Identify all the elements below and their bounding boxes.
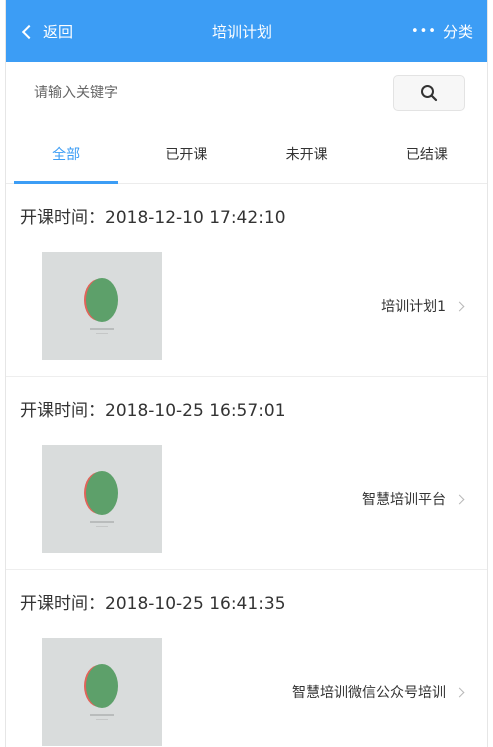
filter-tabs: 全部 已开课 未开课 已结课 [6, 124, 487, 184]
chevron-right-icon [454, 687, 465, 697]
app-frame: 返回 培训计划 ••• 分类 全部 已开课 未开课 已结课 开课时间：2018-… [5, 0, 488, 747]
more-dots-icon: ••• [410, 23, 437, 39]
tab-finished[interactable]: 已结课 [367, 124, 487, 183]
list-item: 开课时间：2018-10-25 16:41:35 智慧培训微信公众号培训 [6, 570, 487, 747]
record-time: 开课时间：2018-12-10 17:42:10 [20, 207, 286, 228]
loading-logo-icon [86, 664, 118, 708]
back-label: 返回 [43, 22, 74, 41]
tab-all[interactable]: 全部 [6, 124, 126, 184]
search-button[interactable] [393, 75, 465, 111]
chevron-left-icon [21, 24, 37, 39]
chevron-right-icon [454, 301, 465, 311]
thumb-text-line [90, 328, 114, 330]
search-icon [421, 85, 438, 102]
thumb-text-line [96, 526, 108, 527]
back-button[interactable]: 返回 [21, 21, 74, 42]
top-nav-bar: 返回 培训计划 ••• 分类 [6, 0, 487, 62]
record-title: 培训计划1 [381, 299, 446, 315]
record-time: 开课时间：2018-10-25 16:57:01 [20, 400, 286, 421]
record-row[interactable]: 培训计划1 [6, 246, 487, 376]
list-item: 开课时间：2018-10-25 16:57:01 智慧培训平台 [6, 377, 487, 570]
record-title: 智慧培训微信公众号培训 [292, 685, 446, 701]
search-bar [6, 62, 487, 124]
tab-not-started[interactable]: 未开课 [247, 124, 367, 183]
search-input[interactable] [34, 85, 294, 101]
list-item: 开课时间：2018-12-10 17:42:10 培训计划1 [6, 184, 487, 377]
thumb-text-line [90, 714, 114, 716]
tab-started[interactable]: 已开课 [126, 124, 246, 183]
category-button[interactable]: ••• 分类 [411, 21, 473, 42]
thumb-text-line [96, 333, 108, 334]
thumb-text-line [90, 521, 114, 523]
record-row[interactable]: 智慧培训平台 [6, 439, 487, 569]
page-title: 培训计划 [211, 22, 272, 41]
record-time: 开课时间：2018-10-25 16:41:35 [20, 593, 286, 614]
loading-logo-icon [86, 278, 118, 322]
course-thumbnail [42, 252, 162, 360]
course-thumbnail [42, 638, 162, 746]
category-label: 分类 [442, 22, 473, 41]
loading-logo-icon [86, 471, 118, 515]
thumb-text-line [96, 719, 108, 720]
record-title: 智慧培训平台 [362, 492, 446, 508]
chevron-right-icon [454, 494, 465, 504]
course-thumbnail [42, 445, 162, 553]
record-row[interactable]: 智慧培训微信公众号培训 [6, 632, 487, 747]
